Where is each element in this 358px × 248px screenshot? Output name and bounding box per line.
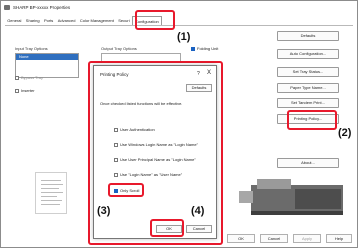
callout-4: (4) [191, 205, 205, 217]
callout-highlight-configuration [135, 10, 175, 30]
set-tandem-print-button[interactable]: Set Tandem Print... [277, 98, 339, 108]
option-label: Use "Login Name" as "User Name" [120, 172, 183, 177]
callout-3: (3) [97, 205, 111, 217]
callout-highlight-printing-policy [287, 110, 337, 130]
close-icon[interactable]: X [207, 70, 211, 76]
callout-highlight-ok [150, 219, 184, 237]
document-preview-image [35, 172, 67, 214]
window-title: SHARP BP-xxxxx Properties [13, 4, 71, 10]
footer-ok-button[interactable]: OK [227, 234, 255, 243]
use-windows-login-checkbox[interactable]: Use Windows Login Name as "Login Name" [114, 142, 198, 147]
help-icon[interactable]: ? [197, 71, 200, 77]
list-item[interactable]: None [16, 54, 78, 60]
tab-sharing[interactable]: Sharing [24, 17, 42, 25]
tab-security[interactable]: Securi [116, 17, 132, 25]
bypass-tray-label: Bypass Tray [21, 75, 44, 80]
callout-1: (1) [177, 31, 191, 43]
tab-divider [5, 25, 353, 26]
tab-general[interactable]: General [5, 17, 24, 25]
tab-color-management[interactable]: Color Management [78, 17, 116, 25]
checkbox-box [114, 157, 118, 162]
bypass-tray-checkbox[interactable]: Bypass Tray [15, 75, 43, 80]
set-tray-status-button[interactable]: Set Tray Status... [277, 67, 339, 77]
dialog-defaults-button[interactable]: Defaults [186, 84, 212, 92]
printer-icon [4, 4, 10, 10]
about-button[interactable]: About... [277, 158, 339, 168]
login-as-user-name-checkbox[interactable]: Use "Login Name" as "User Name" [114, 172, 182, 177]
option-label: Use User Principal Name as "Login Name" [120, 157, 196, 162]
title-bar: SHARP BP-xxxxx Properties [1, 1, 357, 13]
tab-ports[interactable]: Ports [42, 17, 56, 25]
checkbox-box [15, 75, 19, 80]
footer-cancel-button[interactable]: Cancel [260, 234, 288, 243]
defaults-button[interactable]: Defaults [277, 31, 339, 41]
checkbox-box [114, 142, 118, 147]
checkbox-box [114, 127, 118, 132]
use-user-principal-checkbox[interactable]: Use User Principal Name as "Login Name" [114, 157, 196, 162]
printer-properties-window: SHARP BP-xxxxx Properties General Sharin… [0, 0, 358, 248]
dialog-title: Printing Policy [100, 72, 129, 77]
option-label: User Authentication [120, 127, 155, 132]
inserter-label: Inserter [21, 88, 35, 93]
auto-configuration-button[interactable]: Auto Configuration... [277, 49, 339, 59]
tab-advanced[interactable]: Advanced [56, 17, 78, 25]
output-tray-label: Output Tray Options [101, 46, 137, 51]
printer-illustration [239, 179, 343, 215]
checkbox-box [191, 46, 195, 51]
folding-unit-checkbox[interactable]: Folding Unit [191, 46, 218, 51]
checkbox-box [15, 88, 19, 93]
folding-unit-label: Folding Unit [197, 46, 219, 51]
callout-highlight-only-scroll [108, 183, 144, 197]
footer-help-button[interactable]: Help [326, 234, 352, 243]
input-tray-label: Input Tray Options [15, 46, 48, 51]
dialog-notice: Once checked listed functions will be ef… [100, 101, 183, 106]
dialog-cancel-button[interactable]: Cancel [186, 225, 212, 233]
checkbox-box [114, 172, 118, 177]
footer-apply-button[interactable]: Apply [293, 234, 321, 243]
paper-type-name-button[interactable]: Paper Type Name... [277, 83, 339, 93]
option-label: Use Windows Login Name as "Login Name" [120, 142, 198, 147]
inserter-checkbox[interactable]: Inserter [15, 88, 35, 93]
user-authentication-checkbox[interactable]: User Authentication [114, 127, 155, 132]
callout-2: (2) [338, 127, 352, 139]
